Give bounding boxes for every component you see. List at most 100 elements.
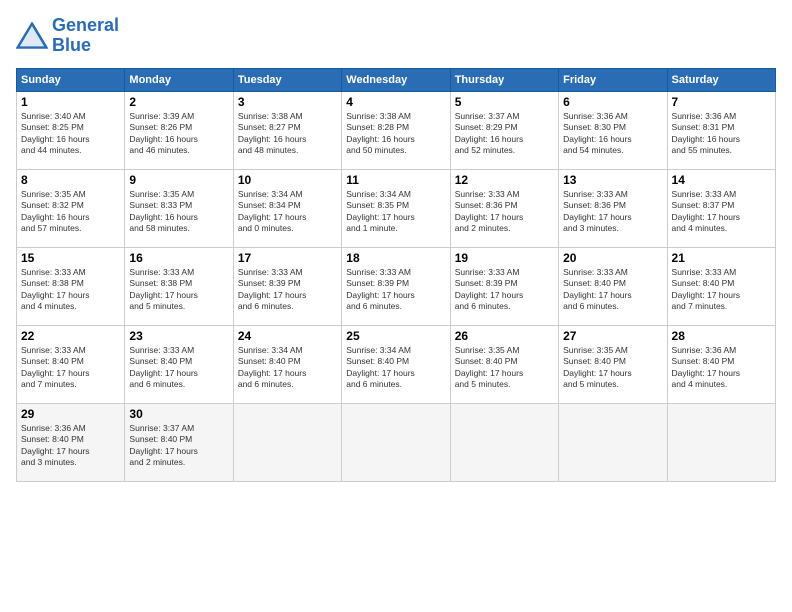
- day-info: Sunrise: 3:34 AMSunset: 8:40 PMDaylight:…: [238, 345, 307, 389]
- day-number: 18: [346, 251, 445, 265]
- day-number: 17: [238, 251, 337, 265]
- calendar-week-2: 8 Sunrise: 3:35 AMSunset: 8:32 PMDaylight…: [17, 169, 776, 247]
- calendar-cell: 20 Sunrise: 3:33 AMSunset: 8:40 PMDayligh…: [559, 247, 667, 325]
- day-info: Sunrise: 3:36 AMSunset: 8:40 PMDaylight:…: [672, 345, 741, 389]
- day-number: 10: [238, 173, 337, 187]
- day-info: Sunrise: 3:38 AMSunset: 8:27 PMDaylight:…: [238, 111, 307, 155]
- calendar-table: SundayMondayTuesdayWednesdayThursdayFrid…: [16, 68, 776, 482]
- day-number: 28: [672, 329, 771, 343]
- calendar-cell: 22 Sunrise: 3:33 AMSunset: 8:40 PMDayligh…: [17, 325, 125, 403]
- calendar-cell: 17 Sunrise: 3:33 AMSunset: 8:39 PMDayligh…: [233, 247, 341, 325]
- calendar-cell: 14Sunrise: 3:33 AMSunset: 8:37 PMDayligh…: [667, 169, 775, 247]
- day-info: Sunrise: 3:40 AMSunset: 8:25 PMDaylight:…: [21, 111, 90, 155]
- day-number: 21: [672, 251, 771, 265]
- day-number: 8: [21, 173, 120, 187]
- calendar-week-3: 15 Sunrise: 3:33 AMSunset: 8:38 PMDayligh…: [17, 247, 776, 325]
- day-info: Sunrise: 3:33 AMSunset: 8:40 PMDaylight:…: [21, 345, 90, 389]
- day-number: 16: [129, 251, 228, 265]
- calendar-cell: 6 Sunrise: 3:36 AMSunset: 8:30 PMDaylight…: [559, 91, 667, 169]
- calendar-cell: 23 Sunrise: 3:33 AMSunset: 8:40 PMDayligh…: [125, 325, 233, 403]
- calendar-cell: 9 Sunrise: 3:35 AMSunset: 8:33 PMDaylight…: [125, 169, 233, 247]
- calendar-cell: 5Sunrise: 3:37 AMSunset: 8:29 PMDaylight…: [450, 91, 558, 169]
- page-header: General Blue: [16, 16, 776, 56]
- day-info: Sunrise: 3:33 AMSunset: 8:37 PMDaylight:…: [672, 189, 741, 233]
- day-header-saturday: Saturday: [667, 68, 775, 91]
- day-info: Sunrise: 3:37 AMSunset: 8:40 PMDaylight:…: [129, 423, 198, 467]
- day-info: Sunrise: 3:35 AMSunset: 8:32 PMDaylight:…: [21, 189, 90, 233]
- day-number: 3: [238, 95, 337, 109]
- day-header-wednesday: Wednesday: [342, 68, 450, 91]
- calendar-cell: 27 Sunrise: 3:35 AMSunset: 8:40 PMDayligh…: [559, 325, 667, 403]
- calendar-cell: 25 Sunrise: 3:34 AMSunset: 8:40 PMDayligh…: [342, 325, 450, 403]
- logo: General Blue: [16, 16, 119, 56]
- calendar-header-row: SundayMondayTuesdayWednesdayThursdayFrid…: [17, 68, 776, 91]
- day-number: 1: [21, 95, 120, 109]
- day-number: 20: [563, 251, 662, 265]
- calendar-cell: 30 Sunrise: 3:37 AMSunset: 8:40 PMDayligh…: [125, 403, 233, 481]
- day-number: 7: [672, 95, 771, 109]
- day-number: 13: [563, 173, 662, 187]
- day-info: Sunrise: 3:33 AMSunset: 8:39 PMDaylight:…: [346, 267, 415, 311]
- calendar-cell: 4 Sunrise: 3:38 AMSunset: 8:28 PMDaylight…: [342, 91, 450, 169]
- calendar-cell: 11 Sunrise: 3:34 AMSunset: 8:35 PMDayligh…: [342, 169, 450, 247]
- day-info: Sunrise: 3:33 AMSunset: 8:39 PMDaylight:…: [238, 267, 307, 311]
- calendar-cell: 18 Sunrise: 3:33 AMSunset: 8:39 PMDayligh…: [342, 247, 450, 325]
- calendar-cell: 24 Sunrise: 3:34 AMSunset: 8:40 PMDayligh…: [233, 325, 341, 403]
- day-info: Sunrise: 3:37 AMSunset: 8:29 PMDaylight:…: [455, 111, 524, 155]
- day-number: 22: [21, 329, 120, 343]
- day-number: 24: [238, 329, 337, 343]
- day-info: Sunrise: 3:33 AMSunset: 8:39 PMDaylight:…: [455, 267, 524, 311]
- calendar-cell: 15 Sunrise: 3:33 AMSunset: 8:38 PMDayligh…: [17, 247, 125, 325]
- day-info: Sunrise: 3:36 AMSunset: 8:31 PMDaylight:…: [672, 111, 741, 155]
- day-info: Sunrise: 3:36 AMSunset: 8:30 PMDaylight:…: [563, 111, 632, 155]
- calendar-cell: 26 Sunrise: 3:35 AMSunset: 8:40 PMDayligh…: [450, 325, 558, 403]
- day-number: 4: [346, 95, 445, 109]
- calendar-cell: 21Sunrise: 3:33 AMSunset: 8:40 PMDayligh…: [667, 247, 775, 325]
- day-number: 23: [129, 329, 228, 343]
- calendar-week-4: 22 Sunrise: 3:33 AMSunset: 8:40 PMDayligh…: [17, 325, 776, 403]
- day-info: Sunrise: 3:33 AMSunset: 8:40 PMDaylight:…: [563, 267, 632, 311]
- day-number: 6: [563, 95, 662, 109]
- day-info: Sunrise: 3:38 AMSunset: 8:28 PMDaylight:…: [346, 111, 415, 155]
- day-info: Sunrise: 3:35 AMSunset: 8:40 PMDaylight:…: [563, 345, 632, 389]
- day-info: Sunrise: 3:36 AMSunset: 8:40 PMDaylight:…: [21, 423, 90, 467]
- day-number: 12: [455, 173, 554, 187]
- calendar-cell: 7 Sunrise: 3:36 AMSunset: 8:31 PMDaylight…: [667, 91, 775, 169]
- day-number: 15: [21, 251, 120, 265]
- calendar-cell: [233, 403, 341, 481]
- calendar-cell: 8 Sunrise: 3:35 AMSunset: 8:32 PMDaylight…: [17, 169, 125, 247]
- calendar-week-5: 29Sunrise: 3:36 AMSunset: 8:40 PMDayligh…: [17, 403, 776, 481]
- calendar-cell: 2Sunrise: 3:39 AMSunset: 8:26 PMDaylight…: [125, 91, 233, 169]
- calendar-cell: [450, 403, 558, 481]
- day-number: 26: [455, 329, 554, 343]
- day-header-thursday: Thursday: [450, 68, 558, 91]
- calendar-cell: 1 Sunrise: 3:40 AMSunset: 8:25 PMDaylight…: [17, 91, 125, 169]
- day-info: Sunrise: 3:35 AMSunset: 8:40 PMDaylight:…: [455, 345, 524, 389]
- calendar-cell: 28 Sunrise: 3:36 AMSunset: 8:40 PMDayligh…: [667, 325, 775, 403]
- day-number: 30: [129, 407, 228, 421]
- day-number: 2: [129, 95, 228, 109]
- day-info: Sunrise: 3:34 AMSunset: 8:40 PMDaylight:…: [346, 345, 415, 389]
- calendar-cell: 29Sunrise: 3:36 AMSunset: 8:40 PMDayligh…: [17, 403, 125, 481]
- day-number: 27: [563, 329, 662, 343]
- calendar-cell: 3 Sunrise: 3:38 AMSunset: 8:27 PMDaylight…: [233, 91, 341, 169]
- day-header-monday: Monday: [125, 68, 233, 91]
- day-number: 11: [346, 173, 445, 187]
- day-info: Sunrise: 3:33 AMSunset: 8:38 PMDaylight:…: [129, 267, 198, 311]
- day-info: Sunrise: 3:33 AMSunset: 8:36 PMDaylight:…: [455, 189, 524, 233]
- calendar-cell: 16 Sunrise: 3:33 AMSunset: 8:38 PMDayligh…: [125, 247, 233, 325]
- day-info: Sunrise: 3:33 AMSunset: 8:38 PMDaylight:…: [21, 267, 90, 311]
- day-number: 9: [129, 173, 228, 187]
- day-info: Sunrise: 3:33 AMSunset: 8:40 PMDaylight:…: [129, 345, 198, 389]
- day-header-sunday: Sunday: [17, 68, 125, 91]
- day-header-tuesday: Tuesday: [233, 68, 341, 91]
- logo-text: General Blue: [52, 16, 119, 56]
- calendar-cell: 19Sunrise: 3:33 AMSunset: 8:39 PMDayligh…: [450, 247, 558, 325]
- day-info: Sunrise: 3:35 AMSunset: 8:33 PMDaylight:…: [129, 189, 198, 233]
- day-header-friday: Friday: [559, 68, 667, 91]
- day-number: 25: [346, 329, 445, 343]
- day-info: Sunrise: 3:34 AMSunset: 8:34 PMDaylight:…: [238, 189, 307, 233]
- calendar-cell: 10 Sunrise: 3:34 AMSunset: 8:34 PMDayligh…: [233, 169, 341, 247]
- day-info: Sunrise: 3:34 AMSunset: 8:35 PMDaylight:…: [346, 189, 415, 233]
- calendar-cell: [667, 403, 775, 481]
